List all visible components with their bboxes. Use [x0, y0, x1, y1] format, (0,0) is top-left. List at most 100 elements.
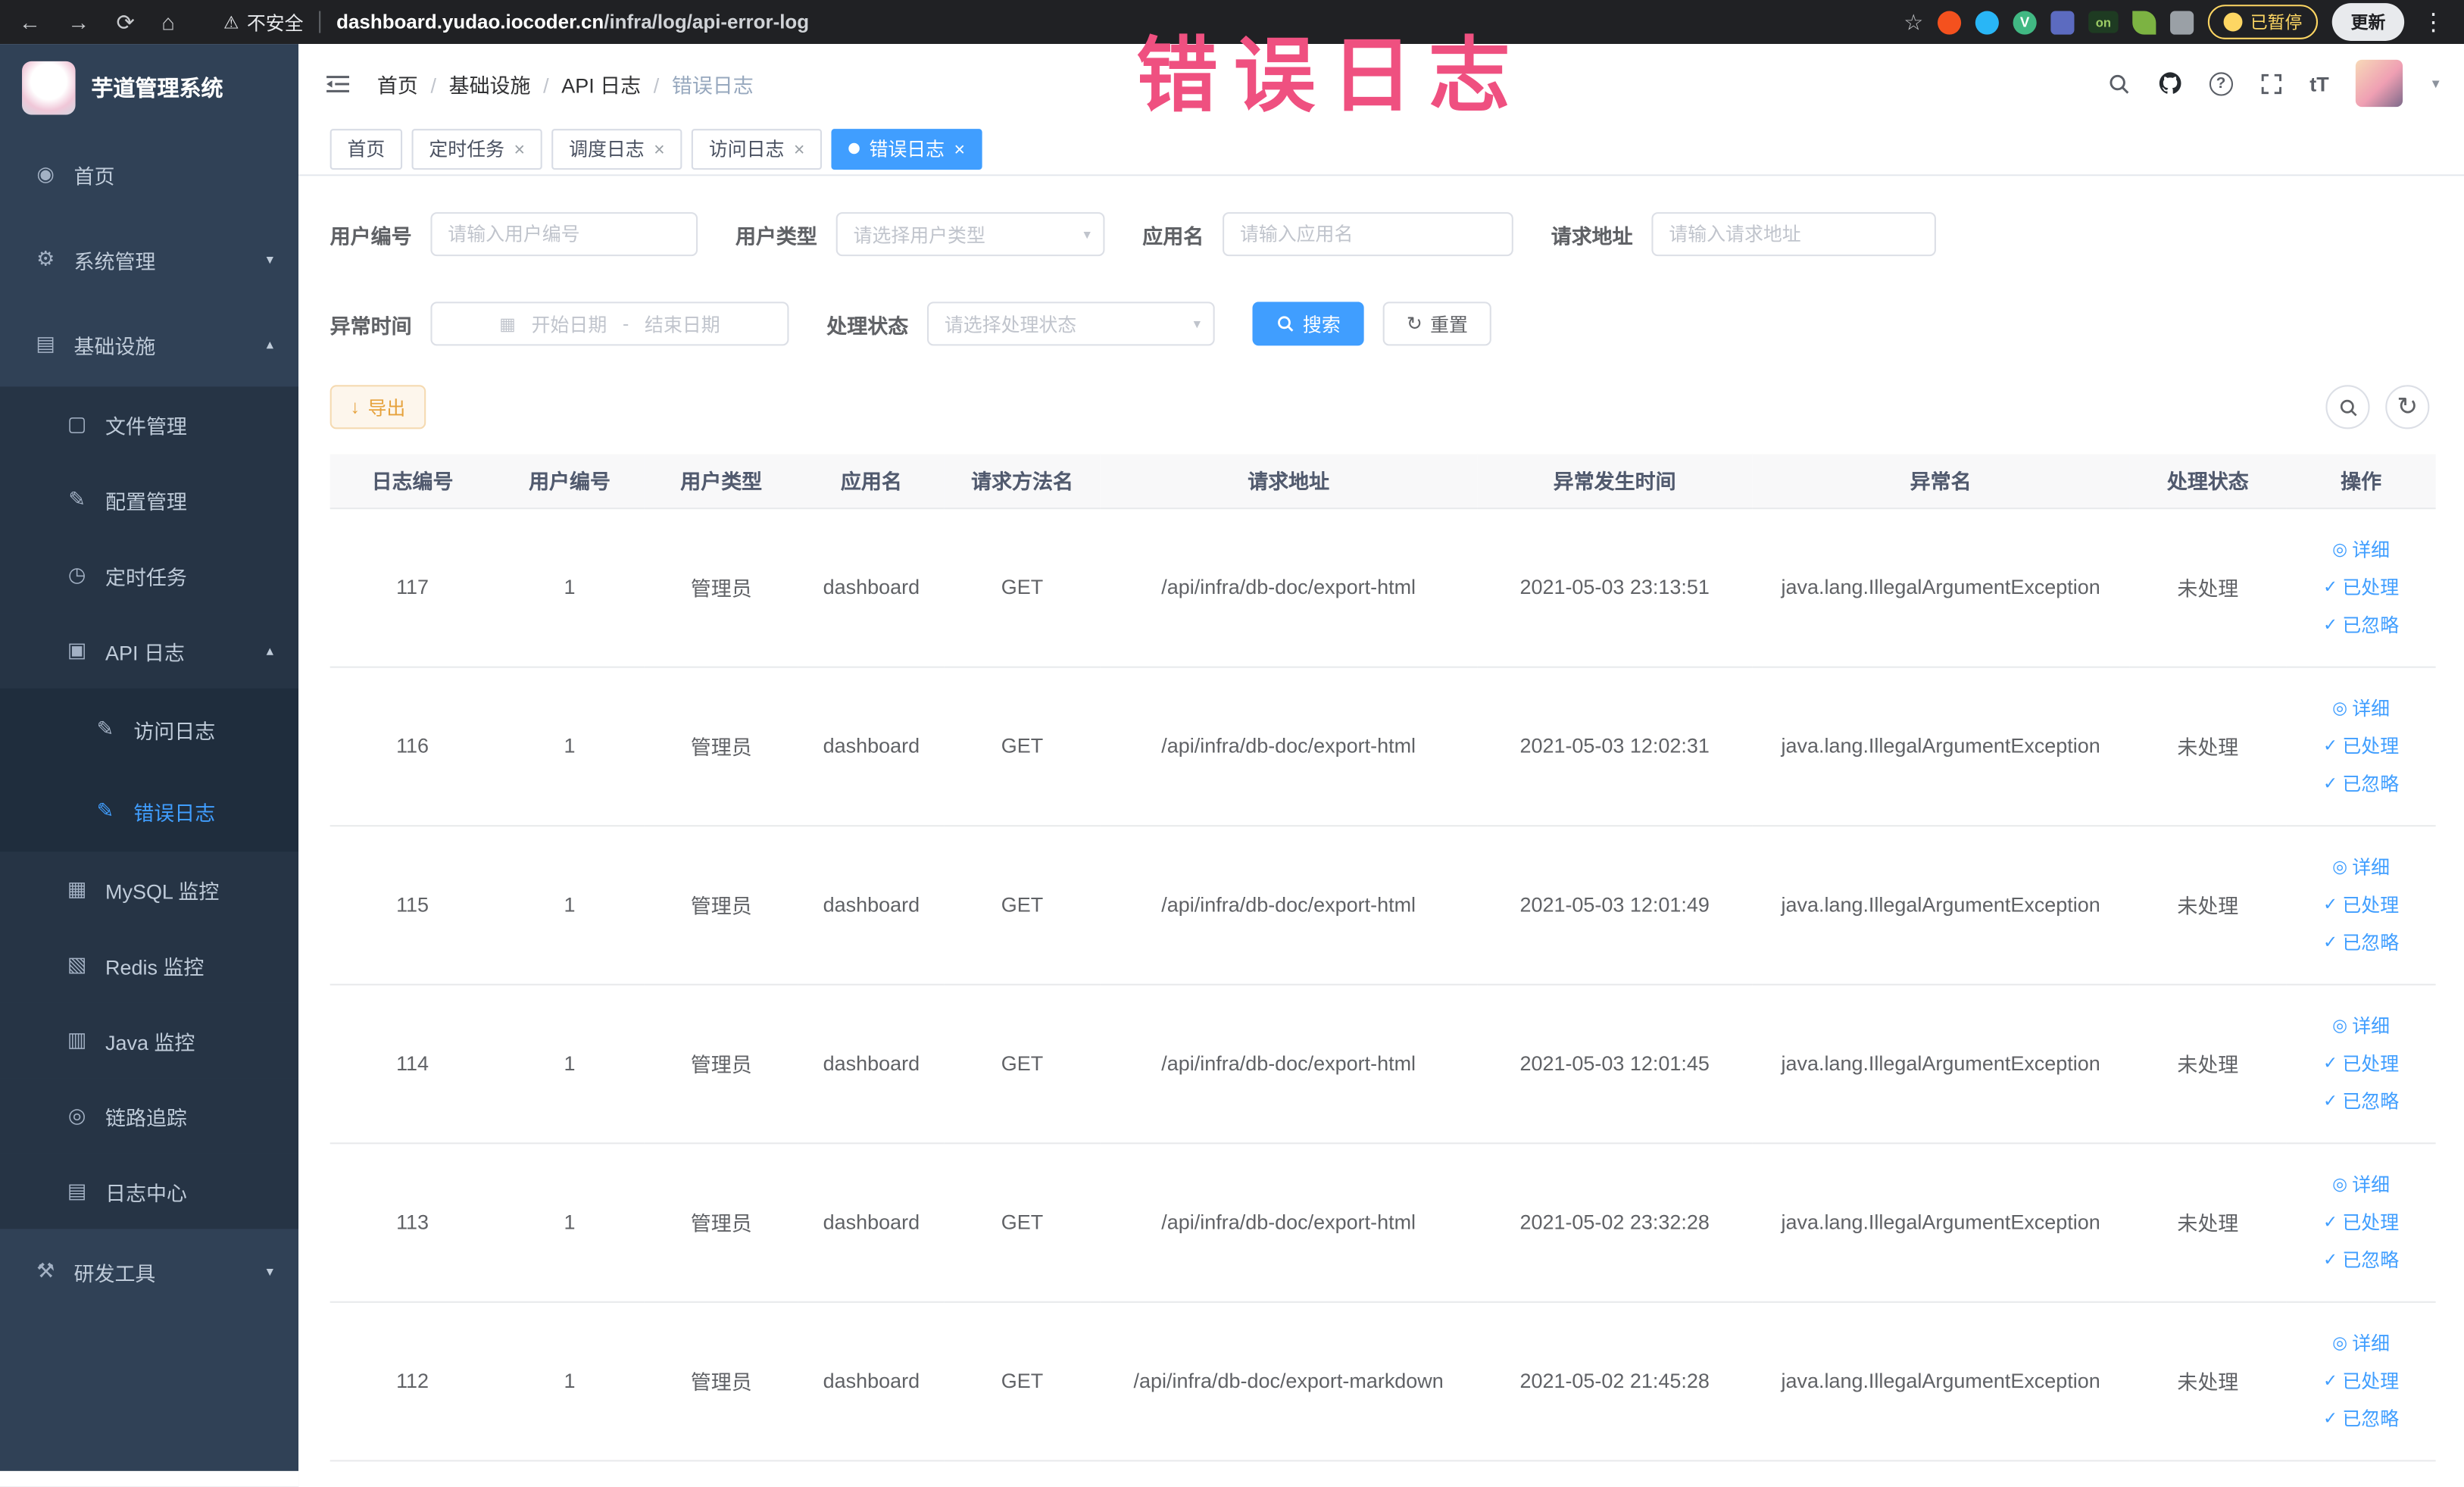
sidebar-item-devtools[interactable]: ⚒ 研发工具 ▾	[0, 1229, 298, 1314]
address-bar[interactable]: dashboard.yudao.iocoder.cn/infra/log/api…	[319, 11, 809, 33]
user-type-select[interactable]: 请选择用户类型 ▾	[835, 212, 1105, 257]
detail-link[interactable]: ◎ 详细	[2332, 854, 2390, 880]
user-id-input[interactable]	[430, 212, 698, 257]
extension-grid-icon[interactable]	[2050, 10, 2075, 34]
search-icon[interactable]	[2107, 71, 2131, 95]
close-icon[interactable]: ×	[794, 138, 805, 160]
detail-link[interactable]: ◎ 详细	[2332, 1012, 2390, 1039]
date-range-picker[interactable]: ▦ 开始日期 - 结束日期	[430, 301, 789, 346]
sidebar-item-access-log[interactable]: ✎ 访问日志	[0, 688, 299, 770]
process-status-select[interactable]: 请选择处理状态 ▾	[927, 301, 1215, 346]
forward-icon[interactable]: →	[67, 9, 89, 34]
cell-app-name: dashboard	[798, 983, 945, 1144]
close-icon[interactable]: ×	[514, 138, 525, 160]
detail-link[interactable]: ◎ 详细	[2332, 1329, 2390, 1356]
help-icon[interactable]: ?	[2209, 71, 2233, 95]
sidebar-item-log-center[interactable]: ▤ 日志中心	[0, 1153, 299, 1229]
github-icon[interactable]	[2157, 70, 2182, 95]
user-avatar[interactable]	[2356, 59, 2403, 108]
mark-processed-link[interactable]: ✓ 已处理	[2323, 573, 2399, 600]
tab-scheduled-jobs[interactable]: 定时任务 ×	[411, 128, 542, 170]
mark-ignored-link[interactable]: ✓ 已忽略	[2323, 1405, 2399, 1432]
tab-error-log[interactable]: 错误日志 ×	[831, 128, 982, 170]
sidebar-item-java-monitor[interactable]: ▥ Java 监控	[0, 1002, 299, 1079]
cell-method: GET	[944, 1301, 1101, 1461]
avatar-caret-icon[interactable]: ▼	[2430, 77, 2442, 91]
sidebar-item-api-log[interactable]: ▣ API 日志 ▴	[0, 613, 299, 689]
tools-icon: ⚒	[36, 1258, 55, 1282]
sidebar-item-home[interactable]: ◉ 首页	[0, 132, 298, 217]
end-date-placeholder: 结束日期	[645, 313, 720, 336]
sidebar-item-config-manage[interactable]: ✎ 配置管理	[0, 461, 299, 538]
table-toolbar: ↓ 导出 ↻	[298, 385, 2464, 430]
breadcrumb-infra[interactable]: 基础设施	[418, 68, 531, 98]
mark-processed-link[interactable]: ✓ 已处理	[2323, 733, 2399, 759]
check-icon: ✓	[2323, 933, 2338, 953]
mark-processed-link[interactable]: ✓ 已处理	[2323, 1050, 2399, 1076]
extension-puzzle-icon[interactable]	[2170, 10, 2194, 34]
collapse-sidebar-icon[interactable]	[323, 71, 351, 95]
detail-link[interactable]: ◎ 详细	[2332, 536, 2390, 562]
reset-button[interactable]: ↻ 重置	[1382, 301, 1492, 346]
sidebar-item-trace[interactable]: ◎ 链路追踪	[0, 1078, 299, 1154]
cell-method: GET	[944, 508, 1101, 667]
mark-ignored-link[interactable]: ✓ 已忽略	[2323, 1088, 2399, 1114]
sidebar-item-scheduled-jobs[interactable]: ◷ 定时任务	[0, 537, 299, 614]
filter-user-type: 用户类型 请选择用户类型 ▾	[735, 212, 1105, 257]
toggle-search-button[interactable]	[2325, 385, 2370, 430]
font-size-icon[interactable]: tT	[2309, 71, 2328, 95]
sidebar-item-file-manage[interactable]: ▢ 文件管理	[0, 386, 299, 462]
cell-actions: ◎ 详细 ✓ 已处理 ✓ 已忽略	[2286, 983, 2436, 1144]
bookmark-star-icon[interactable]: ☆	[1903, 8, 1923, 35]
tab-access-log[interactable]: 访问日志 ×	[691, 128, 823, 170]
sidebar-item-redis-monitor[interactable]: ▧ Redis 监控	[0, 927, 299, 1003]
export-button[interactable]: ↓ 导出	[329, 385, 426, 430]
back-icon[interactable]: ←	[19, 9, 41, 34]
kebab-menu-icon[interactable]: ⋮	[2422, 8, 2445, 36]
browser-update-button[interactable]: 更新	[2331, 3, 2405, 41]
close-icon[interactable]: ×	[654, 138, 665, 160]
mark-ignored-link[interactable]: ✓ 已忽略	[2323, 611, 2399, 638]
tab-home[interactable]: 首页	[329, 128, 403, 170]
profile-paused-badge[interactable]: 已暂停	[2207, 5, 2319, 39]
mark-processed-link[interactable]: ✓ 已处理	[2323, 891, 2399, 917]
search-button[interactable]: 搜索	[1252, 301, 1364, 346]
reload-icon[interactable]: ⟳	[117, 8, 135, 35]
col-status: 处理状态	[2129, 454, 2287, 509]
warning-icon: ⚠	[223, 13, 239, 33]
app-name-input[interactable]	[1223, 212, 1513, 257]
close-icon[interactable]: ×	[954, 138, 966, 160]
sidebar-item-error-log[interactable]: ✎ 错误日志	[0, 770, 299, 852]
sidebar-item-label: Java 监控	[105, 1029, 195, 1054]
sidebar-item-infra[interactable]: ▤ 基础设施 ▴	[0, 301, 298, 386]
detail-link[interactable]: ◎ 详细	[2332, 1171, 2390, 1198]
request-url-input[interactable]	[1651, 212, 1937, 257]
mark-ignored-link[interactable]: ✓ 已忽略	[2323, 770, 2399, 797]
breadcrumb-home[interactable]: 首页	[377, 68, 418, 98]
fullscreen-icon[interactable]	[2259, 71, 2283, 95]
horizontal-scrollbar-track[interactable]	[0, 1470, 299, 1487]
mark-ignored-link[interactable]: ✓ 已忽略	[2323, 929, 2399, 955]
cell-app-name: dashboard	[798, 508, 945, 667]
filter-row-1: 用户编号 用户类型 请选择用户类型 ▾ 应用名	[298, 212, 2464, 257]
detail-link[interactable]: ◎ 详细	[2332, 695, 2390, 721]
extension-drop-icon[interactable]	[1975, 10, 1999, 34]
tab-schedule-log[interactable]: 调度日志 ×	[551, 128, 682, 170]
extension-orange-icon[interactable]	[1938, 10, 1962, 34]
extension-vue-icon[interactable]: V	[2013, 10, 2037, 34]
cell-user-id: 1	[495, 983, 645, 1144]
security-indicator[interactable]: ⚠ 不安全	[223, 8, 304, 35]
extension-leaf-icon[interactable]	[2132, 10, 2156, 34]
extension-on-badge-icon[interactable]: on	[2088, 11, 2119, 33]
mark-ignored-link[interactable]: ✓ 已忽略	[2323, 1246, 2399, 1273]
sidebar-item-system[interactable]: ⚙ 系统管理 ▾	[0, 217, 298, 301]
mark-processed-link[interactable]: ✓ 已处理	[2323, 1367, 2399, 1394]
mark-processed-link[interactable]: ✓ 已处理	[2323, 1208, 2399, 1235]
home-icon[interactable]: ⌂	[161, 9, 175, 34]
app-logo[interactable]: 芋道管理系统	[0, 44, 298, 132]
cell-status: 未处理	[2129, 1142, 2287, 1302]
check-icon: ✓	[2323, 1251, 2338, 1270]
sidebar-item-mysql-monitor[interactable]: ▦ MySQL 监控	[0, 851, 299, 928]
refresh-table-button[interactable]: ↻	[2385, 385, 2430, 430]
breadcrumb-api-log[interactable]: API 日志	[531, 68, 641, 98]
